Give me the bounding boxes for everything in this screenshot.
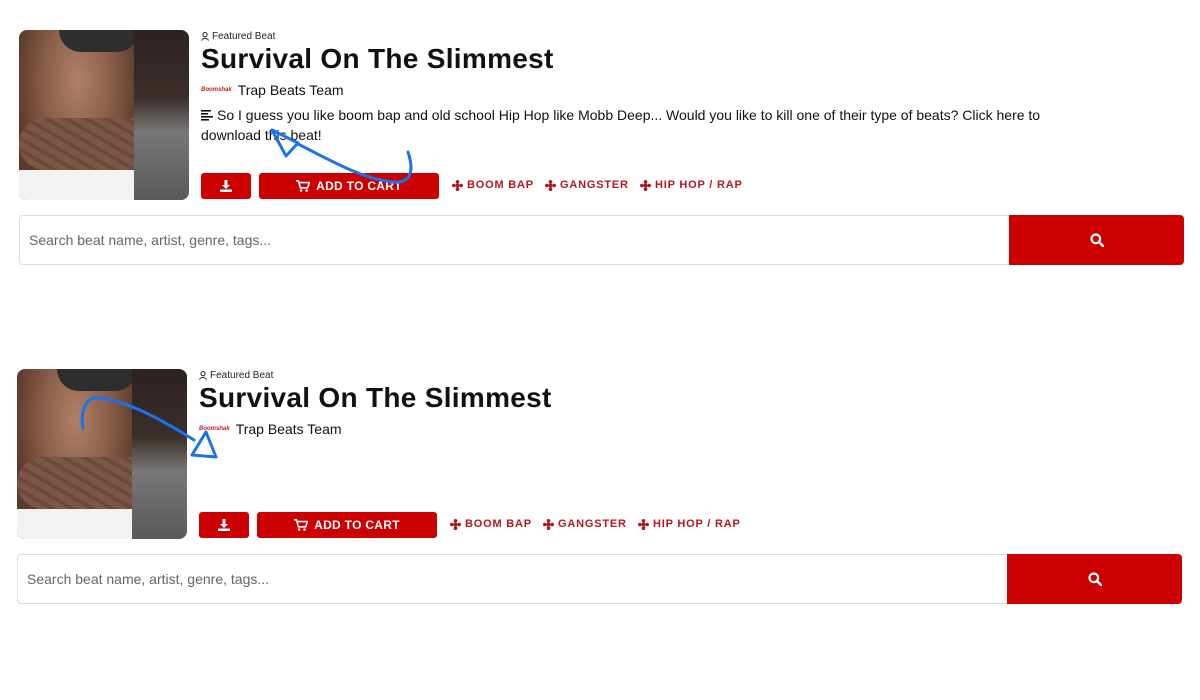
cover-second-figure xyxy=(132,369,187,539)
download-icon xyxy=(220,180,232,192)
search-icon xyxy=(1089,233,1104,247)
tag-label: BOOM BAP xyxy=(465,518,532,530)
search-bar xyxy=(19,215,1184,265)
tag-label: HIP HOP / RAP xyxy=(653,518,741,530)
download-button[interactable] xyxy=(201,173,251,199)
download-icon xyxy=(218,519,230,531)
artist-logo: Boomshak xyxy=(199,426,230,432)
tag-icon xyxy=(640,179,651,191)
tag-label: GANGSTER xyxy=(560,179,629,191)
add-to-cart-button[interactable]: ADD TO CART xyxy=(259,173,439,199)
artist-name[interactable]: Trap Beats Team xyxy=(238,82,344,98)
search-input[interactable] xyxy=(19,215,1009,265)
featured-badge: Featured Beat xyxy=(201,31,275,42)
tag-gangster[interactable]: GANGSTER xyxy=(545,179,629,191)
tag-hip-hop-rap[interactable]: HIP HOP / RAP xyxy=(638,518,741,530)
add-to-cart-label: ADD TO CART xyxy=(316,179,402,193)
tag-label: BOOM BAP xyxy=(467,179,534,191)
beat-cover-image[interactable] xyxy=(19,30,189,200)
search-icon xyxy=(1087,572,1102,586)
featured-badge: Featured Beat xyxy=(199,370,273,381)
tag-gangster[interactable]: GANGSTER xyxy=(543,518,627,530)
featured-label: Featured Beat xyxy=(212,31,276,42)
cover-cap xyxy=(59,30,139,52)
tag-icon xyxy=(545,179,556,191)
featured-label: Featured Beat xyxy=(210,370,274,381)
cover-second-figure xyxy=(134,30,189,200)
search-button[interactable] xyxy=(1009,215,1184,265)
artist-name[interactable]: Trap Beats Team xyxy=(236,421,342,437)
tag-boom-bap[interactable]: BOOM BAP xyxy=(452,179,534,191)
user-icon xyxy=(199,371,207,380)
tag-hip-hop-rap[interactable]: HIP HOP / RAP xyxy=(640,179,743,191)
add-to-cart-button[interactable]: ADD TO CART xyxy=(257,512,437,538)
tag-icon xyxy=(543,518,554,530)
tag-icon xyxy=(638,518,649,530)
user-icon xyxy=(201,32,209,41)
beat-title[interactable]: Survival On The Slimmest xyxy=(199,382,552,414)
beat-title[interactable]: Survival On The Slimmest xyxy=(201,43,554,75)
cover-cap xyxy=(57,369,137,391)
search-input[interactable] xyxy=(17,554,1007,604)
cart-icon xyxy=(294,519,309,531)
search-button[interactable] xyxy=(1007,554,1182,604)
tag-label: HIP HOP / RAP xyxy=(655,179,743,191)
tag-boom-bap[interactable]: BOOM BAP xyxy=(450,518,532,530)
beat-description: So I guess you like boom bap and old sch… xyxy=(201,105,1051,145)
artist-line[interactable]: Boomshak Trap Beats Team xyxy=(201,82,344,98)
cart-icon xyxy=(296,180,311,192)
beat-cover-image[interactable] xyxy=(17,369,187,539)
search-bar xyxy=(17,554,1182,604)
tag-icon xyxy=(450,518,461,530)
add-to-cart-label: ADD TO CART xyxy=(314,518,400,532)
tag-icon xyxy=(452,179,463,191)
artist-logo: Boomshak xyxy=(201,87,232,93)
download-button[interactable] xyxy=(199,512,249,538)
artist-line[interactable]: Boomshak Trap Beats Team xyxy=(199,421,342,437)
align-left-icon xyxy=(201,110,213,121)
description-text: So I guess you like boom bap and old sch… xyxy=(201,107,1041,143)
tag-label: GANGSTER xyxy=(558,518,627,530)
